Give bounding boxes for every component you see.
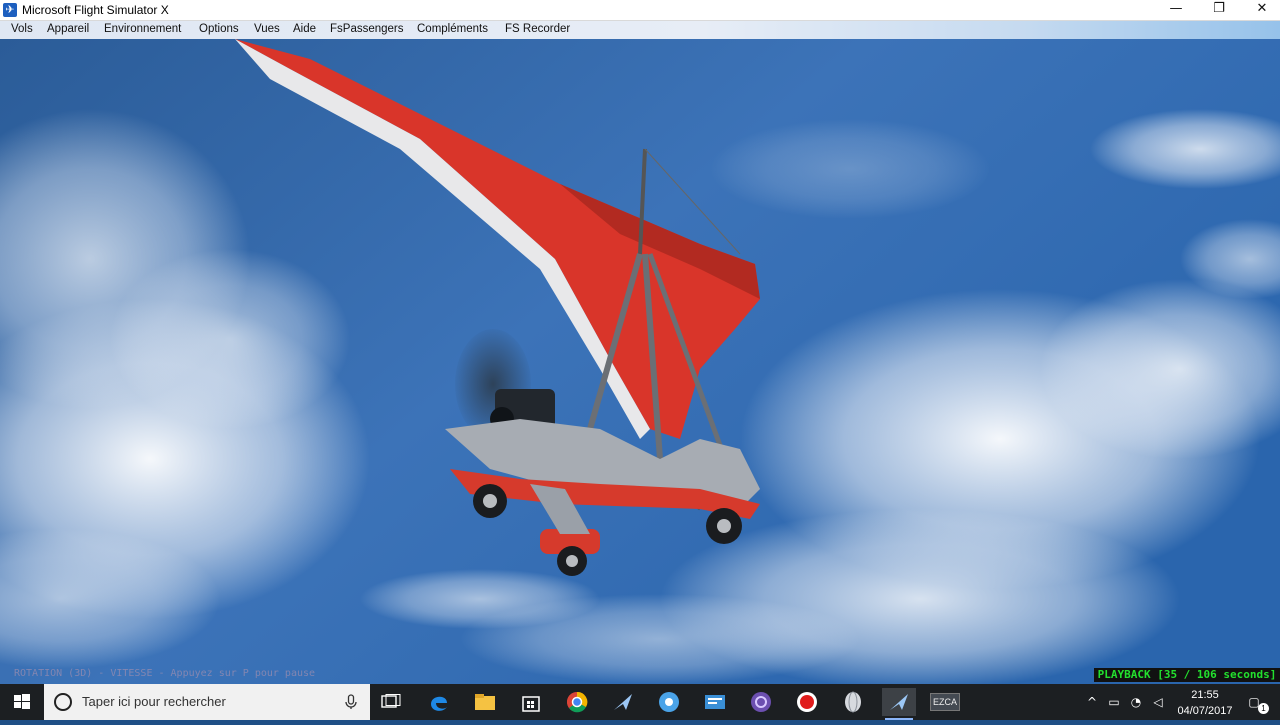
- clock-time[interactable]: 21:55: [1183, 689, 1227, 701]
- taskbar: Taper ici pour rechercher EZCA ^ ▭ ◔ ◁ ▢…: [0, 684, 1280, 720]
- menu-fs-recorder[interactable]: FS Recorder: [505, 23, 570, 35]
- windows-logo-icon: [14, 694, 30, 709]
- ezca-icon[interactable]: EZCA: [928, 688, 962, 716]
- notification-count: 1: [1258, 703, 1269, 714]
- app-swirl-icon[interactable]: [744, 688, 778, 716]
- playback-status: PLAYBACK [35 / 106 seconds]: [1094, 668, 1280, 682]
- fsx-plane-icon[interactable]: [606, 688, 640, 716]
- menu-environnement[interactable]: Environnement: [104, 23, 181, 35]
- record-icon[interactable]: [790, 688, 824, 716]
- news-icon[interactable]: [698, 688, 732, 716]
- start-button[interactable]: [0, 684, 44, 720]
- ezca-label: EZCA: [929, 693, 960, 711]
- fsx-app-icon[interactable]: ✈: [3, 3, 17, 17]
- menu-complements[interactable]: Compléments: [417, 23, 488, 35]
- file-explorer-icon[interactable]: [468, 688, 502, 716]
- minimize-button[interactable]: —: [1154, 0, 1198, 20]
- search-placeholder: Taper ici pour rechercher: [82, 694, 226, 709]
- close-button[interactable]: ✕: [1240, 0, 1280, 20]
- menu-aide[interactable]: Aide: [293, 23, 316, 35]
- globe-icon[interactable]: [836, 688, 870, 716]
- fsx-active-icon[interactable]: [882, 688, 916, 720]
- menu-bar: Vols Appareil Environnement Options Vues…: [0, 21, 1280, 39]
- task-view-icon[interactable]: [374, 688, 408, 716]
- menu-vues[interactable]: Vues: [254, 23, 280, 35]
- microphone-icon[interactable]: [342, 693, 360, 711]
- volume-icon[interactable]: ◁: [1150, 695, 1166, 709]
- cortana-icon: [54, 693, 72, 711]
- menu-options[interactable]: Options: [199, 23, 239, 35]
- sim-overlay-message: ROTATION (3D) - VITESSE - Appuyez sur P …: [14, 668, 316, 679]
- store-icon[interactable]: [514, 688, 548, 716]
- menu-fspassengers[interactable]: FsPassengers: [330, 23, 404, 35]
- chevron-up-icon[interactable]: ^: [1084, 695, 1100, 709]
- maximize-button[interactable]: ❐: [1197, 0, 1241, 20]
- edge-icon[interactable]: [422, 688, 456, 716]
- search-box[interactable]: Taper ici pour rechercher: [44, 684, 370, 720]
- wifi-icon[interactable]: ◔: [1128, 695, 1144, 709]
- simulator-viewport[interactable]: ROTATION (3D) - VITESSE - Appuyez sur P …: [0, 39, 1280, 684]
- chrome-icon[interactable]: [560, 688, 594, 716]
- sky-scene: [0, 39, 1280, 684]
- clock-date[interactable]: 04/07/2017: [1175, 705, 1235, 717]
- menu-vols[interactable]: Vols: [11, 23, 33, 35]
- window-title: Microsoft Flight Simulator X: [22, 3, 169, 17]
- battery-icon[interactable]: ▭: [1106, 695, 1122, 709]
- menu-appareil[interactable]: Appareil: [47, 23, 89, 35]
- ie-tool-icon[interactable]: [652, 688, 686, 716]
- title-bar: ✈ Microsoft Flight Simulator X — ❐ ✕: [0, 0, 1280, 21]
